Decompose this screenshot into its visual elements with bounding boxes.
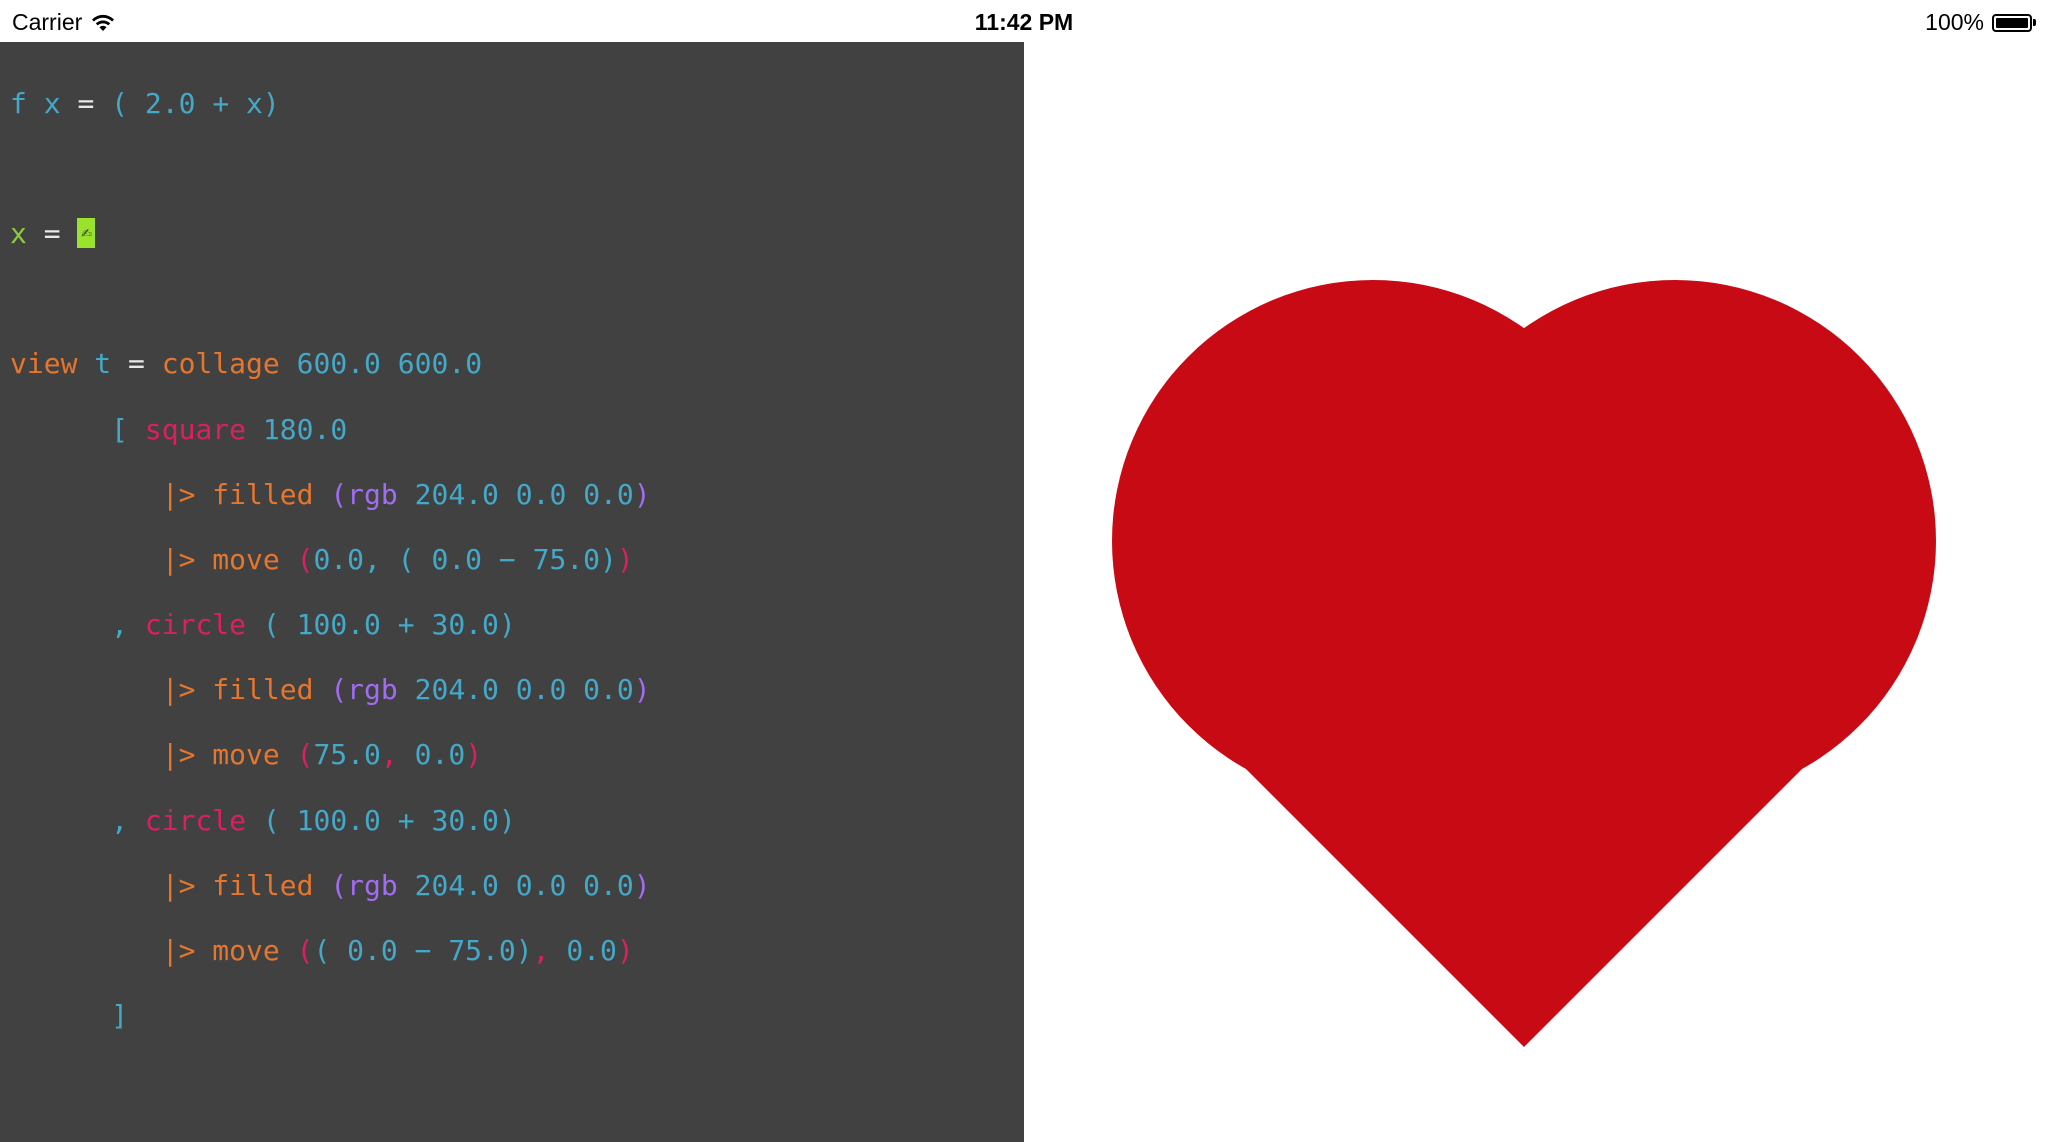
battery-icon bbox=[1992, 13, 2032, 32]
token-paren: ) bbox=[616, 542, 634, 576]
token-number: ( 100.0 + 30.0) bbox=[262, 803, 516, 837]
token-function-name: view bbox=[10, 347, 78, 381]
token-pipe: |> bbox=[161, 738, 196, 772]
token-function-call: rgb bbox=[347, 673, 398, 707]
code-line-8: |> filled (rgb 204.0 0.0 0.0) bbox=[10, 673, 1024, 707]
code-line-11: |> filled (rgb 204.0 0.0 0.0) bbox=[10, 868, 1024, 903]
token-bracket: [ bbox=[111, 412, 129, 446]
code-line-9: |> move (75.0, 0.0) bbox=[10, 739, 1024, 772]
token-number: 0.0 bbox=[414, 738, 466, 772]
status-time: 11:42 PM bbox=[974, 9, 1074, 35]
battery-percent: 100% bbox=[1925, 9, 1984, 35]
token-paren: ( bbox=[111, 86, 129, 120]
code-line-7: , circle ( 100.0 + 30.0) bbox=[10, 608, 1024, 642]
token-paren: ) bbox=[633, 673, 651, 707]
token-var: x bbox=[246, 86, 263, 120]
token-function-name: f bbox=[10, 86, 27, 120]
token-paren: ) bbox=[465, 738, 483, 772]
token-number: 204.0 0.0 0.0 bbox=[414, 673, 634, 707]
token-number: 180.0 bbox=[262, 412, 348, 446]
token-paren: ) bbox=[633, 477, 651, 511]
token-function-call: circle bbox=[144, 803, 247, 837]
token-number: 0.0 bbox=[583, 477, 634, 511]
handwriting-input-token[interactable]: ✍ bbox=[77, 217, 96, 248]
code-editor[interactable]: f x = ( 2.0 + x) x = ✍ view t = collage … bbox=[0, 42, 1024, 1142]
token-number: ( 0.0 − 75.0) bbox=[313, 934, 533, 968]
token-function-call: circle bbox=[144, 608, 247, 642]
token-pipe: |> bbox=[161, 477, 196, 511]
token-number: 600.0 bbox=[296, 347, 381, 381]
token-number: 204.0 0.0 0.0 bbox=[414, 868, 634, 902]
heart-shape bbox=[1112, 280, 1936, 1047]
token-paren: ( bbox=[330, 673, 348, 707]
collage-canvas bbox=[1112, 280, 1936, 1047]
token-number: 0.0 − 75.0) bbox=[431, 542, 617, 576]
token-bracket: ] bbox=[111, 999, 129, 1033]
token-number: 0.0, bbox=[313, 542, 381, 576]
token-comma: , bbox=[111, 803, 129, 837]
token-pipe: |> bbox=[161, 934, 196, 968]
token-pipe: |> bbox=[161, 542, 196, 576]
token-comma: , bbox=[380, 738, 398, 772]
code-line-5: |> filled (rgb 204.0 0.0 0.0) bbox=[10, 477, 1024, 512]
token-function-call: move bbox=[212, 738, 280, 772]
token-function-call: filled bbox=[212, 673, 314, 707]
token-number: 204.0 bbox=[414, 477, 499, 511]
token-paren: ) bbox=[262, 86, 280, 120]
code-line-10: , circle ( 100.0 + 30.0) bbox=[10, 803, 1024, 838]
token-paren: ( bbox=[330, 868, 348, 902]
token-function-call: rgb bbox=[347, 868, 398, 902]
token-function-call: rgb bbox=[347, 477, 398, 511]
code-line-2: x = ✍ bbox=[10, 216, 1024, 251]
token-function-call: collage bbox=[161, 347, 280, 381]
token-function-call: filled bbox=[212, 868, 314, 902]
code-line-12: |> move (( 0.0 − 75.0), 0.0) bbox=[10, 934, 1024, 968]
token-param: t bbox=[94, 347, 112, 381]
token-number: 0.0 bbox=[566, 934, 617, 968]
code-line-4: [ square 180.0 bbox=[10, 412, 1024, 447]
token-operator: + bbox=[212, 86, 230, 120]
token-function-call: move bbox=[212, 934, 280, 968]
token-var: x bbox=[10, 216, 27, 250]
token-paren: ) bbox=[616, 934, 634, 968]
token-function-call: filled bbox=[212, 477, 314, 511]
token-function-call: square bbox=[144, 412, 247, 446]
battery-fill bbox=[1996, 17, 2028, 28]
token-comma: , bbox=[532, 934, 550, 968]
code-line-1: f x = ( 2.0 + x) bbox=[10, 86, 1024, 121]
token-function-call: move bbox=[212, 542, 280, 576]
token-paren: ( bbox=[397, 542, 415, 576]
token-equals: = bbox=[128, 347, 145, 381]
token-param: x bbox=[43, 86, 61, 120]
token-number: 2.0 bbox=[144, 86, 196, 120]
code-line-3: view t = collage 600.0 600.0 bbox=[10, 348, 1024, 381]
token-equals: = bbox=[43, 216, 61, 250]
token-paren: ( bbox=[296, 934, 314, 968]
token-paren: ( bbox=[296, 542, 314, 576]
battery-indicator: 100% bbox=[1925, 9, 2036, 36]
token-paren: ) bbox=[633, 868, 651, 902]
battery-cap bbox=[2033, 19, 2036, 26]
status-bar: Carrier 11:42 PM 100% bbox=[0, 0, 2048, 42]
render-preview bbox=[1024, 42, 2048, 1142]
token-comma: , bbox=[111, 608, 129, 642]
token-pipe: |> bbox=[161, 673, 196, 707]
token-number: 75.0 bbox=[313, 738, 381, 772]
token-number: 0.0 bbox=[515, 477, 567, 511]
token-paren: ( bbox=[296, 738, 314, 772]
code-line-13: ] bbox=[10, 999, 1024, 1033]
token-equals: = bbox=[77, 86, 95, 120]
code-line-6: |> move (0.0, ( 0.0 − 75.0)) bbox=[10, 542, 1024, 577]
token-number: ( 100.0 + 30.0) bbox=[262, 608, 516, 642]
token-number: 600.0 bbox=[397, 347, 483, 381]
token-pipe: |> bbox=[161, 868, 196, 902]
token-paren: ( bbox=[330, 477, 348, 511]
